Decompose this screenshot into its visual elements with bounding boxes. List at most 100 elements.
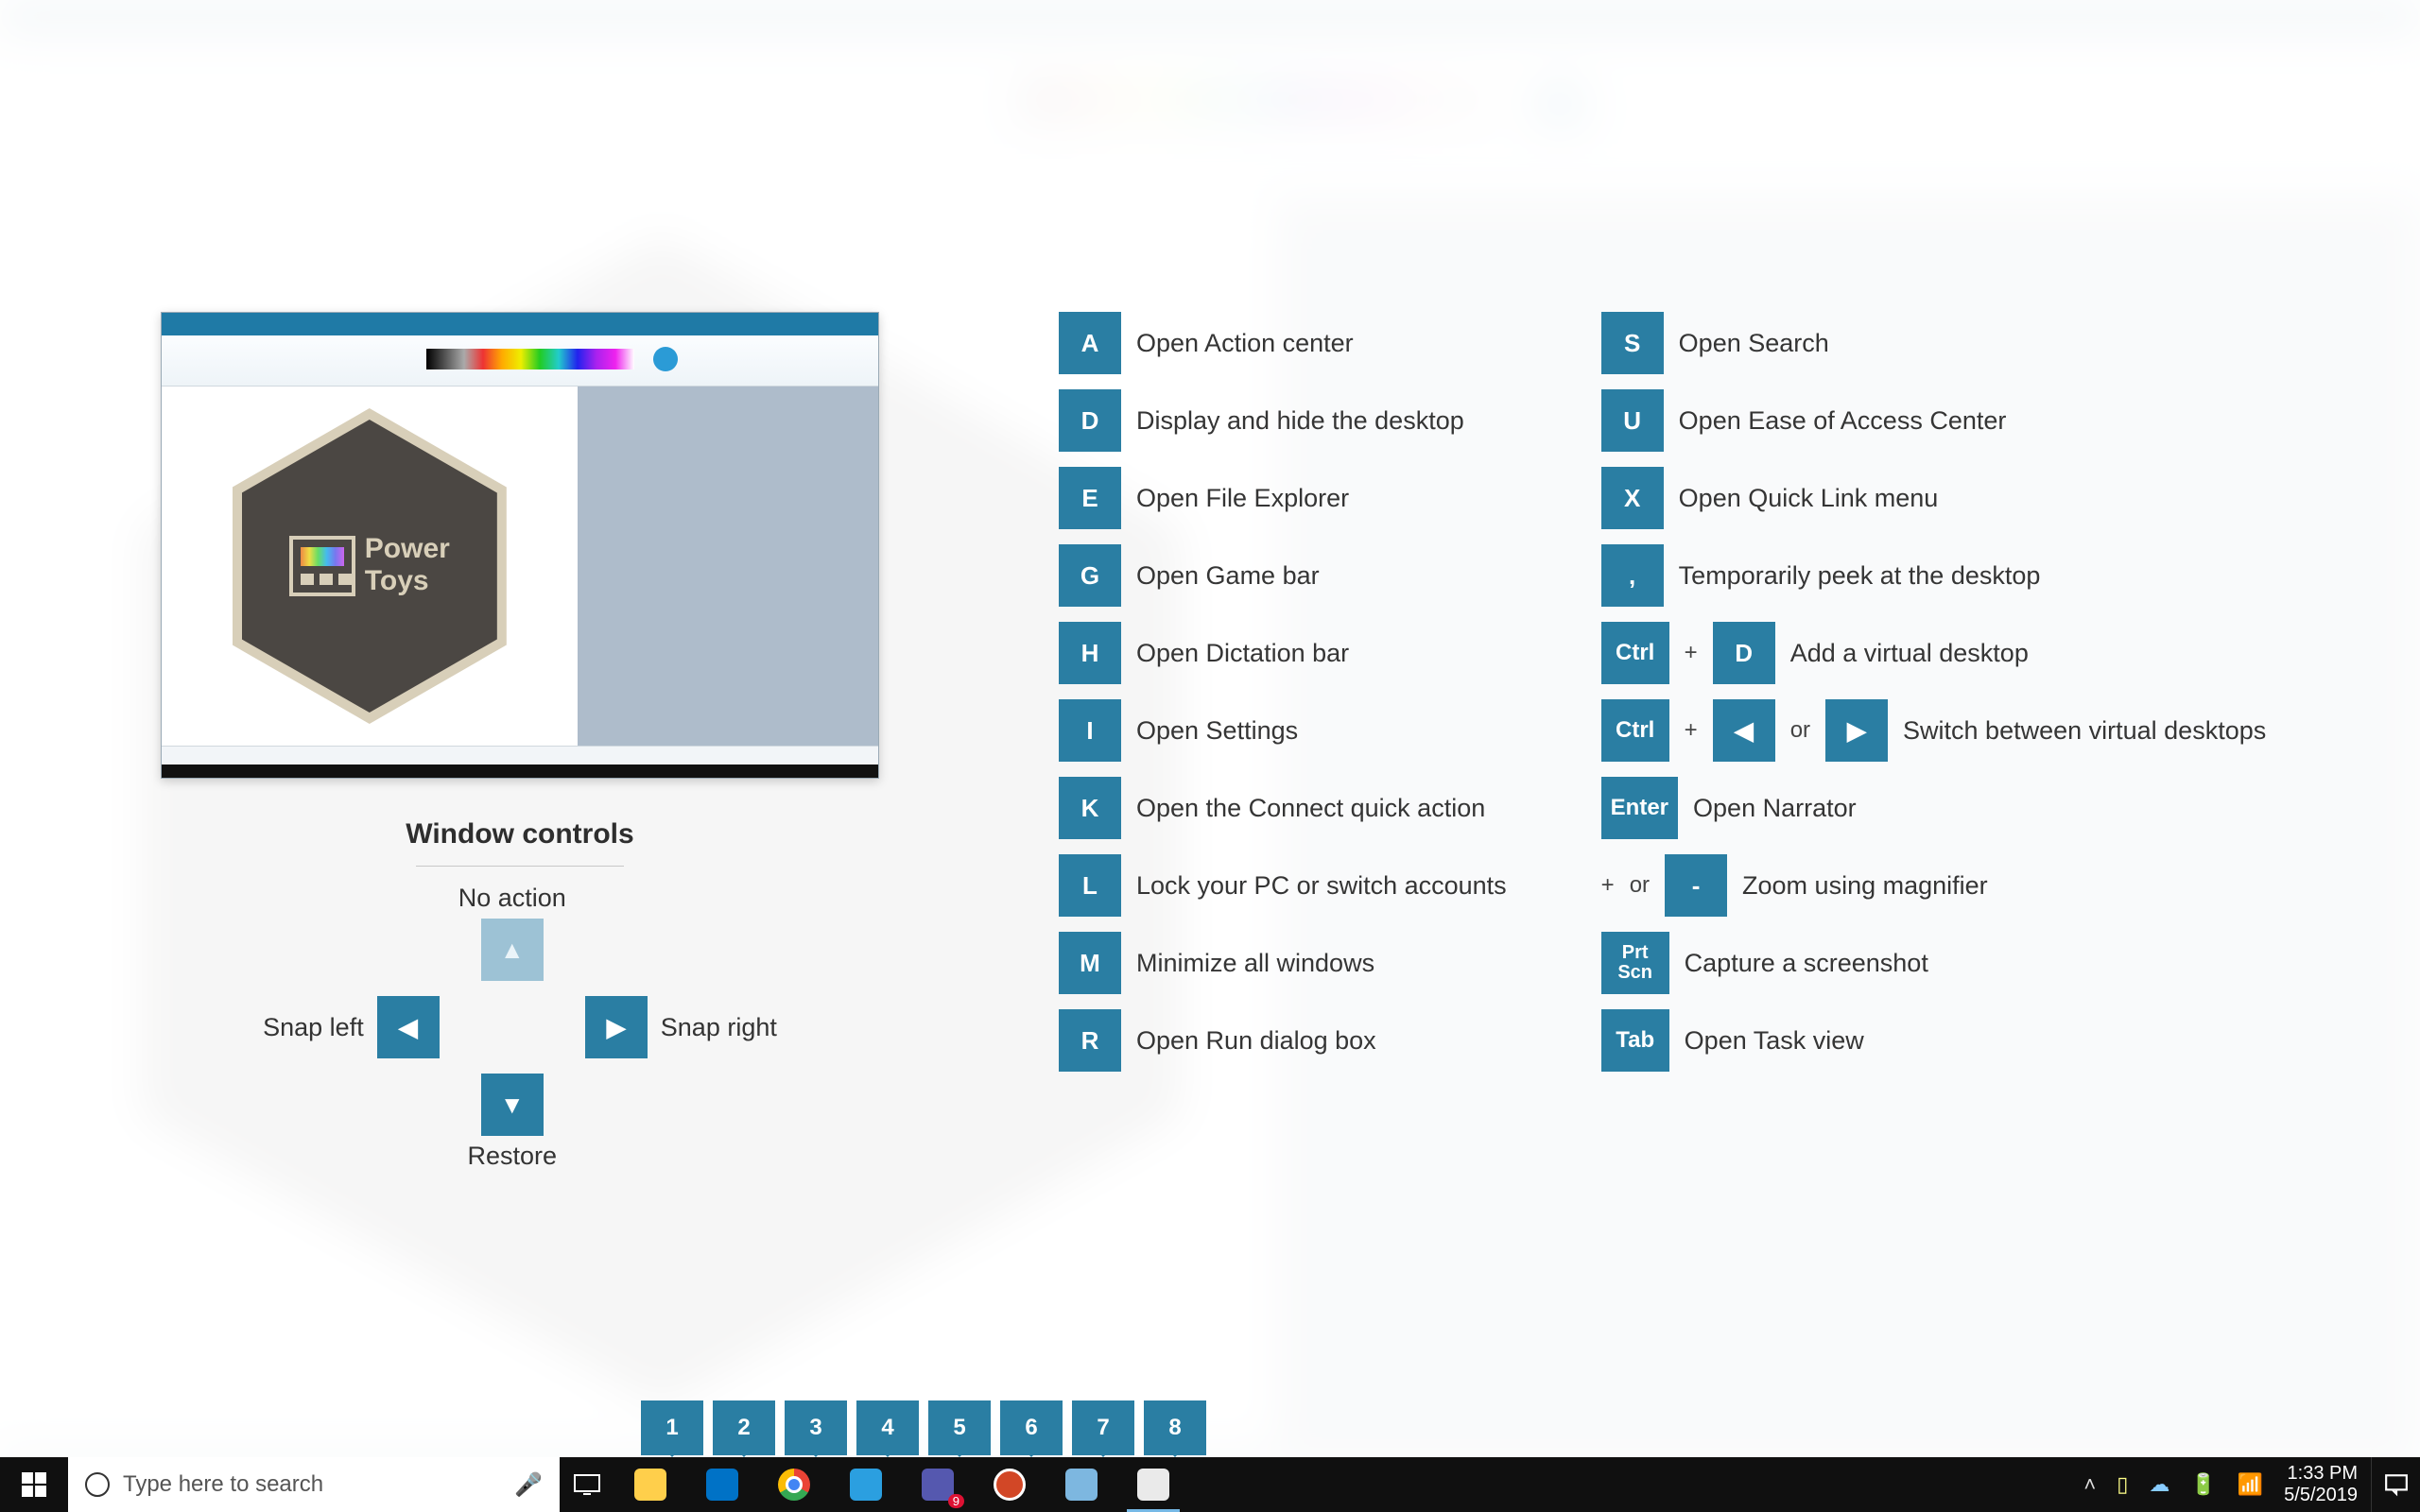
taskbar-app-notepad[interactable] [1046,1457,1117,1512]
powertoys-icon [289,536,355,596]
dpad-down-key[interactable] [481,1074,544,1136]
taskbar-hint-8[interactable]: 8 [1144,1400,1206,1455]
tray-onedrive-icon[interactable]: ☁ [2149,1472,2169,1497]
task-view-button[interactable] [560,1457,614,1512]
shortcut-key[interactable]: - [1665,854,1727,917]
cortana-icon [85,1472,110,1497]
clock-date: 5/5/2019 [2284,1485,2358,1506]
shortcut-key[interactable]: PrtScn [1601,932,1669,994]
taskbar-app-file-explorer[interactable] [614,1457,686,1512]
shortcut-row: AOpen Action center [1059,312,1507,374]
divider [416,866,624,867]
dpad-right-label: Snap right [661,1013,777,1042]
shortcut-row: E Open File Explorer [1059,467,1507,529]
taskbar-app-outlook[interactable] [686,1457,758,1512]
shortcut-desc: Lock your PC or switch accounts [1136,871,1507,901]
shortcut-key[interactable]: K [1059,777,1121,839]
shortcut-key[interactable]: D [1713,622,1775,684]
key-separator: or [1630,872,1650,899]
action-center-button[interactable] [2371,1457,2420,1512]
shortcut-row: ROpen Run dialog box [1059,1009,1507,1072]
dpad-left-key[interactable] [377,996,440,1058]
shortcut-key[interactable]: D [1059,389,1121,452]
shortcut-desc: Open Settings [1136,716,1298,746]
taskbar-hint-6[interactable]: 6 [1000,1400,1063,1455]
key-separator: + [1685,717,1698,744]
taskbar-app-teams[interactable]: 9 [902,1457,974,1512]
shortcut-row: Ctrl+◀or▶Switch between virtual desktops [1601,699,2267,762]
shortcut-key[interactable]: M [1059,932,1121,994]
shortcut-desc: Open the Connect quick action [1136,794,1485,823]
shortcut-guide-overlay: PowerToys Window controls No action [0,0,2420,1512]
taskbar-hint-2[interactable]: 2 [713,1400,775,1455]
taskbar-number-hints: 12345678 [0,1400,2420,1455]
shortcut-desc: Capture a screenshot [1685,949,1928,978]
logo-line2: Toys [365,565,429,596]
shortcut-row: I Open Settings [1059,699,1507,762]
shortcut-key[interactable]: X [1601,467,1664,529]
windows-taskbar: Type here to search 🎤 9 ˄ ▯ ☁ 🔋 📶 1:33 P… [0,1457,2420,1512]
system-tray[interactable]: ˄ ▯ ☁ 🔋 📶 [2076,1457,2271,1512]
shortcut-key[interactable]: H [1059,622,1121,684]
shortcut-key[interactable]: U [1601,389,1664,452]
shortcut-key[interactable]: L [1059,854,1121,917]
shortcut-column-2: SOpen SearchUOpen Ease of Access CenterX… [1601,312,2267,1072]
shortcut-row: X Open Quick Link menu [1601,467,2267,529]
taskbar-app-powerpoint[interactable] [974,1457,1046,1512]
shortcut-key[interactable]: A [1059,312,1121,374]
shortcut-desc: Open Game bar [1136,561,1320,591]
shortcut-row: +or-Zoom using magnifier [1601,854,2267,917]
shortcut-row: MMinimize all windows [1059,932,1507,994]
shortcut-key[interactable]: ▶ [1825,699,1888,762]
shortcut-row: Ctrl+DAdd a virtual desktop [1601,622,2267,684]
taskbar-hint-3[interactable]: 3 [785,1400,847,1455]
shortcut-desc: Open Quick Link menu [1679,484,1939,513]
taskbar-search[interactable]: Type here to search 🎤 [68,1457,560,1512]
shortcut-row: PrtScn Capture a screenshot [1601,932,2267,994]
taskbar-hint-7[interactable]: 7 [1072,1400,1134,1455]
window-controls-dpad: No action Snap left Snap right Restore [263,884,777,1171]
dpad-right-key[interactable] [585,996,648,1058]
shortcut-desc: Zoom using magnifier [1742,871,1988,901]
dpad-left-label: Snap left [263,1013,364,1042]
shortcut-desc: Open Ease of Access Center [1679,406,2007,436]
taskbar-clock[interactable]: 1:33 PM 5/5/2019 [2271,1457,2371,1512]
shortcut-desc: Open File Explorer [1136,484,1349,513]
tray-battery-icon[interactable]: 🔋 [2190,1472,2216,1497]
shortcut-key[interactable]: ◀ [1713,699,1775,762]
shortcut-row: U Open Ease of Access Center [1601,389,2267,452]
shortcut-key[interactable]: Tab [1601,1009,1669,1072]
shortcut-key[interactable]: E [1059,467,1121,529]
shortcut-row: G Open Game bar [1059,544,1507,607]
taskbar-hint-4[interactable]: 4 [856,1400,919,1455]
shortcut-key[interactable]: Enter [1601,777,1678,839]
search-placeholder: Type here to search [123,1471,323,1498]
shortcut-key[interactable]: R [1059,1009,1121,1072]
mic-icon[interactable]: 🎤 [514,1471,543,1499]
shortcut-desc: Open Narrator [1693,794,1857,823]
shortcut-column-1: AOpen Action centerDDisplay and hide the… [1059,312,1507,1072]
shortcut-desc: Open Dictation bar [1136,639,1349,668]
tray-app-icon[interactable]: ▯ [2117,1472,2128,1497]
shortcut-key[interactable]: G [1059,544,1121,607]
taskbar-hint-5[interactable]: 5 [928,1400,991,1455]
shortcut-key[interactable]: Ctrl [1601,699,1669,762]
shortcut-row: Tab Open Task view [1601,1009,2267,1072]
taskbar-hint-1[interactable]: 1 [641,1400,703,1455]
shortcut-key[interactable]: Ctrl [1601,622,1669,684]
clock-time: 1:33 PM [2284,1463,2358,1485]
dpad-down-label: Restore [467,1142,557,1171]
shortcut-key[interactable]: , [1601,544,1664,607]
shortcut-row: H Open Dictation bar [1059,622,1507,684]
shortcut-key[interactable]: S [1601,312,1664,374]
shortcut-desc: Open Task view [1685,1026,1864,1056]
taskbar-app-chrome[interactable] [758,1457,830,1512]
dpad-up-key[interactable] [481,919,544,981]
tray-wifi-icon[interactable]: 📶 [2238,1472,2263,1497]
shortcut-row: Enter Open Narrator [1601,777,2267,839]
taskbar-app-paint[interactable] [1117,1457,1189,1512]
taskbar-app-vscode[interactable] [830,1457,902,1512]
tray-chevron-icon[interactable]: ˄ [2083,1472,2096,1497]
shortcut-key[interactable]: I [1059,699,1121,762]
start-button[interactable] [0,1457,68,1512]
